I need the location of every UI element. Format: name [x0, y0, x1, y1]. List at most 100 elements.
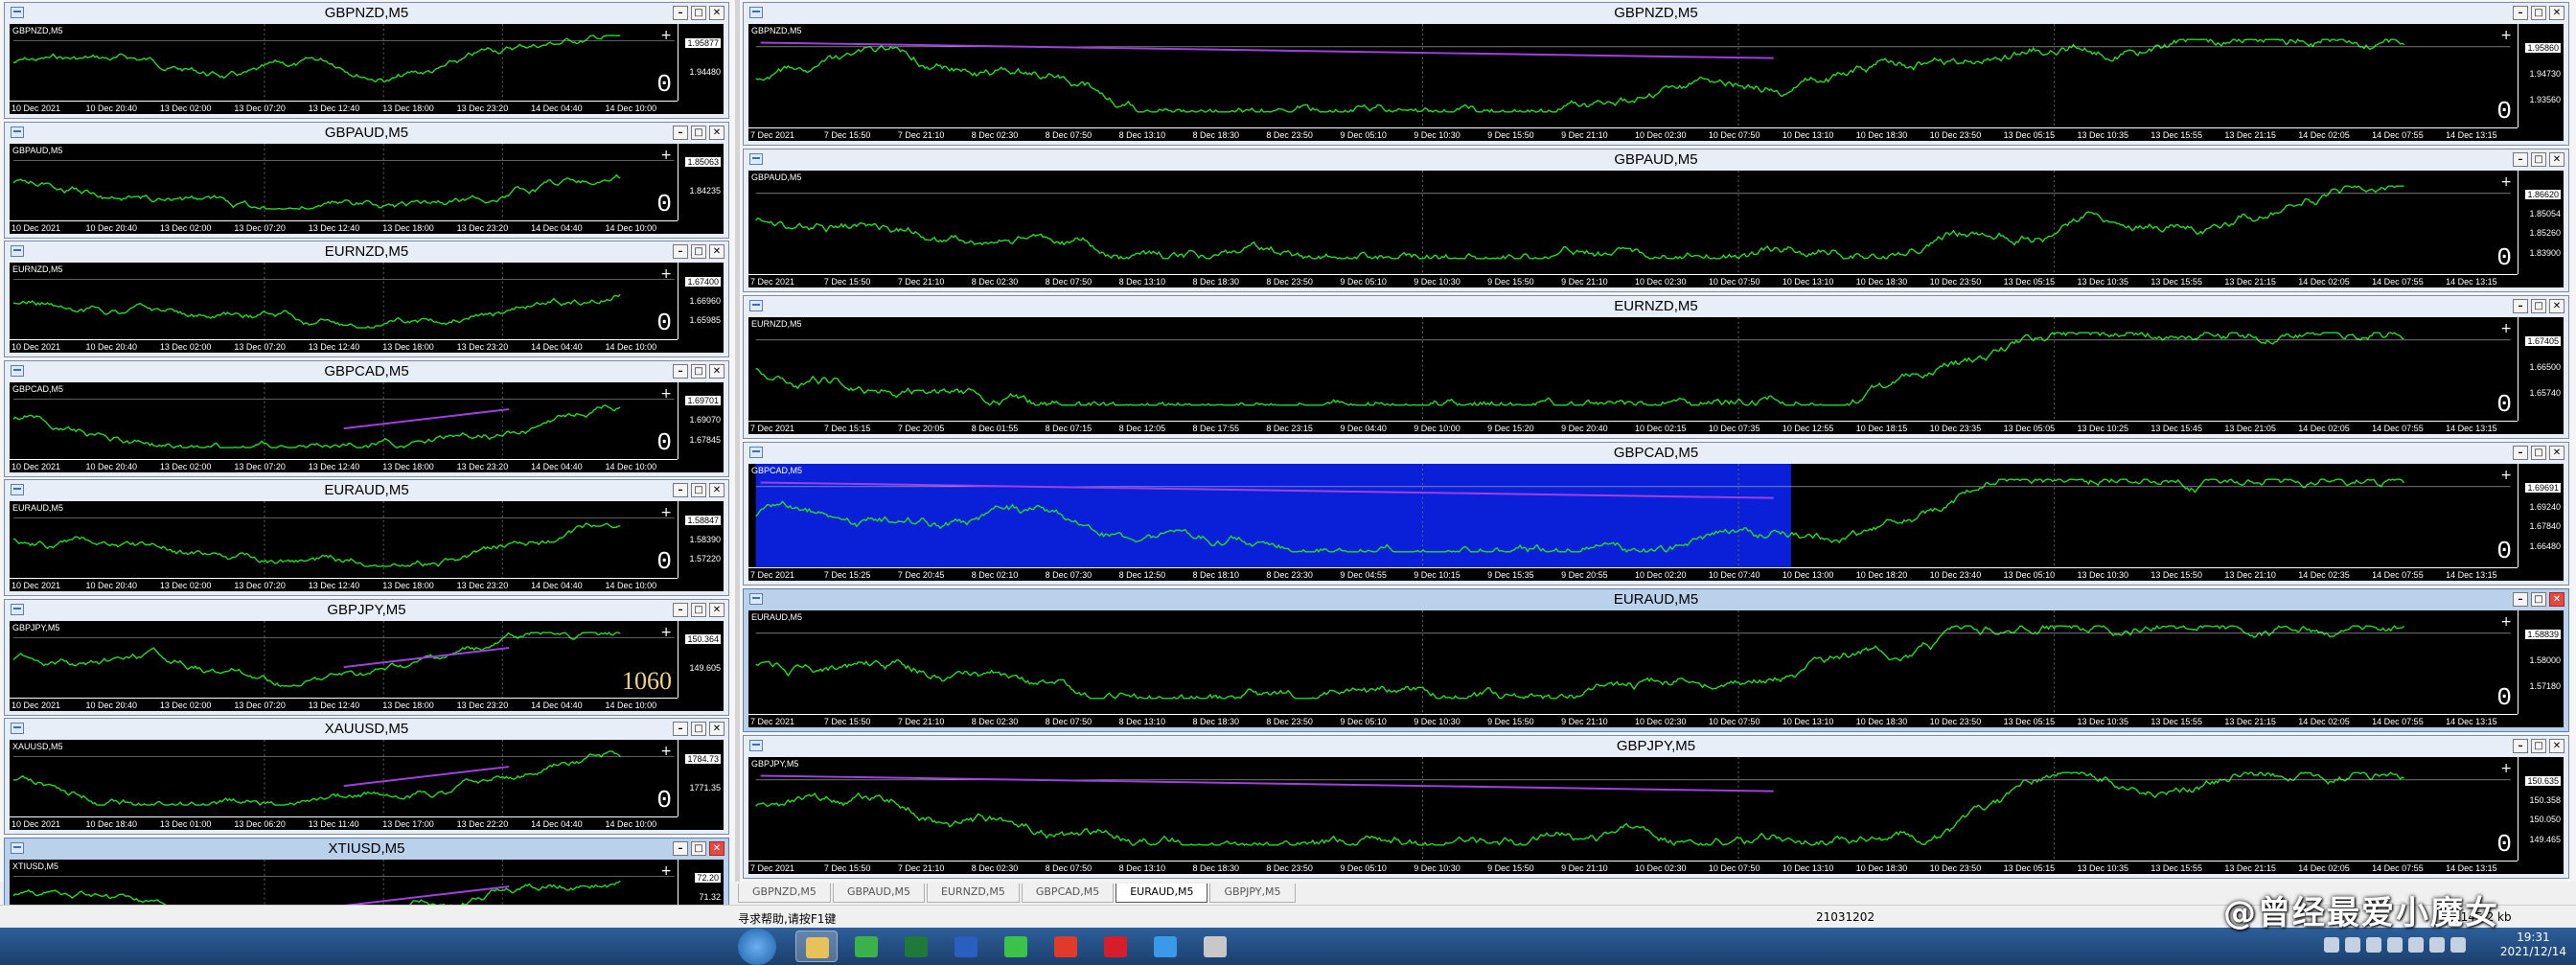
chart-window-icon[interactable]: [11, 484, 24, 495]
chart-window[interactable]: EURNZD,M5 – □ ✕ EURNZD,M5 1.67400 1.66960 1.659…: [4, 241, 729, 357]
price-scale[interactable]: 1784.73 1771.35: [678, 740, 724, 816]
taskbar-button[interactable]: [845, 931, 887, 962]
chart-tab[interactable]: GBPCAD,M5: [1021, 884, 1115, 903]
minimize-button[interactable]: –: [2513, 6, 2528, 20]
chart-window[interactable]: EURAUD,M5 – □ ✕ EURAUD,M5 1.58839 1.58000 1.571…: [743, 588, 2569, 732]
close-button[interactable]: ✕: [2549, 592, 2564, 607]
minimize-button[interactable]: –: [2513, 739, 2528, 753]
price-chart[interactable]: EURAUD,M5 1.58839 1.58000 1.57180 7 Dec 2021…: [748, 610, 2564, 727]
chart-tab[interactable]: GBPNZD,M5: [738, 884, 831, 903]
chart-window-titlebar[interactable]: GBPCAD,M5 – □ ✕: [5, 361, 728, 382]
time-scale[interactable]: 10 Dec 2021 10 Dec 20:40 13 Dec 02:00 13 De…: [10, 101, 678, 114]
price-chart[interactable]: GBPCAD,M5 1.69701 1.69070 1.67845 10 Dec 202…: [10, 381, 724, 472]
chart-window-icon[interactable]: [11, 364, 24, 377]
chart-window-icon[interactable]: [11, 245, 24, 257]
close-button[interactable]: ✕: [709, 602, 724, 617]
chart-window-icon[interactable]: [11, 603, 24, 615]
chart-window-icon[interactable]: [11, 841, 24, 854]
close-button[interactable]: ✕: [709, 6, 724, 20]
chart-window-titlebar[interactable]: GBPAUD,M5 – □ ✕: [744, 149, 2568, 171]
trend-line[interactable]: [343, 766, 510, 788]
chart-window-titlebar[interactable]: GBPCAD,M5 – □ ✕: [744, 443, 2568, 464]
chart-canvas[interactable]: [748, 317, 2564, 434]
minimize-button[interactable]: –: [2513, 299, 2528, 313]
maximize-button[interactable]: □: [2531, 6, 2546, 20]
time-scale[interactable]: 7 Dec 2021 7 Dec 15:50 7 Dec 21:10 8 Dec 02…: [748, 861, 2518, 874]
time-scale[interactable]: 10 Dec 2021 10 Dec 20:40 13 Dec 02:00 13 De…: [10, 578, 678, 591]
chart-tab[interactable]: EURAUD,M5: [1116, 884, 1208, 903]
chart-window-icon[interactable]: [749, 153, 763, 165]
taskbar-button[interactable]: [895, 931, 937, 962]
taskbar-clock[interactable]: 19:31 2021/12/14: [2500, 931, 2566, 959]
chart-tab[interactable]: EURNZD,M5: [926, 884, 1020, 903]
maximize-button[interactable]: □: [2531, 739, 2546, 753]
chart-window-titlebar[interactable]: XTIUSD,M5 – □ ✕: [5, 839, 728, 860]
time-scale[interactable]: 7 Dec 2021 7 Dec 15:50 7 Dec 21:10 8 Dec 02…: [748, 714, 2518, 727]
column-splitter[interactable]: [735, 0, 740, 882]
chart-window-icon[interactable]: [749, 300, 763, 311]
close-button[interactable]: ✕: [709, 483, 724, 497]
chart-window[interactable]: GBPCAD,M5 – □ ✕ GBPCAD,M5 1.69691 1.69240 1.678…: [743, 442, 2569, 586]
minimize-button[interactable]: –: [2513, 152, 2528, 167]
taskbar-button[interactable]: [795, 931, 838, 962]
price-chart[interactable]: GBPAUD,M5 1.86620 1.85054 1.85260 1.83900 7 D…: [748, 171, 2564, 287]
chart-window-titlebar[interactable]: EURNZD,M5 – □ ✕: [5, 241, 728, 263]
chart-tab[interactable]: GBPAUD,M5: [832, 884, 925, 903]
trend-line[interactable]: [760, 774, 1774, 793]
maximize-button[interactable]: □: [691, 840, 706, 856]
chart-window-icon[interactable]: [11, 7, 24, 18]
time-scale[interactable]: 7 Dec 2021 7 Dec 15:15 7 Dec 20:05 8 Dec 01…: [748, 421, 2518, 434]
maximize-button[interactable]: □: [2531, 299, 2546, 313]
chart-tab[interactable]: GBPJPY,M5: [1209, 884, 1296, 903]
chart-window-icon[interactable]: [11, 723, 24, 734]
price-chart[interactable]: EURNZD,M5 1.67400 1.66960 1.65985 10 Dec 202…: [10, 263, 724, 353]
chart-canvas[interactable]: [748, 757, 2564, 874]
tray-icon[interactable]: [2450, 937, 2466, 953]
chart-window-titlebar[interactable]: EURNZD,M5 – □ ✕: [744, 296, 2568, 317]
close-button[interactable]: ✕: [709, 363, 724, 379]
time-scale[interactable]: 7 Dec 2021 7 Dec 15:50 7 Dec 21:10 8 Dec 02…: [748, 127, 2518, 141]
price-scale[interactable]: 1.95877 1.94480: [678, 24, 724, 101]
trend-line[interactable]: [343, 407, 510, 429]
price-scale[interactable]: 1.58839 1.58000 1.57180: [2518, 610, 2564, 714]
chart-window[interactable]: GBPAUD,M5 – □ ✕ GBPAUD,M5 1.85063 1.84235 10 De…: [4, 121, 729, 239]
price-chart[interactable]: XAUUSD,M5 1784.73 1771.35 10 Dec 2021 10 Dec…: [10, 740, 724, 830]
price-scale[interactable]: 1.67405 1.66500 1.65740: [2518, 317, 2564, 421]
trend-line[interactable]: [343, 646, 510, 668]
time-scale[interactable]: 7 Dec 2021 7 Dec 15:50 7 Dec 21:10 8 Dec 02…: [748, 274, 2518, 287]
taskbar-button[interactable]: [995, 931, 1037, 962]
tray-icon[interactable]: [2408, 937, 2424, 953]
close-button[interactable]: ✕: [709, 722, 724, 736]
price-chart[interactable]: EURAUD,M5 1.58847 1.58390 1.57220 10 Dec 202…: [10, 501, 724, 591]
minimize-button[interactable]: –: [673, 6, 688, 20]
price-chart[interactable]: GBPAUD,M5 1.85063 1.84235 10 Dec 2021 10 Dec…: [10, 143, 724, 234]
time-scale[interactable]: 10 Dec 2021 10 Dec 20:40 13 Dec 02:00 13 De…: [10, 697, 678, 711]
taskbar-button[interactable]: [1045, 931, 1087, 962]
chart-window[interactable]: EURNZD,M5 – □ ✕ EURNZD,M5 1.67405 1.66500 1.657…: [743, 295, 2569, 439]
price-scale[interactable]: 150.635 150.358 150.050 149.465: [2518, 757, 2564, 861]
minimize-button[interactable]: –: [673, 244, 688, 259]
chart-window-icon[interactable]: [749, 740, 763, 751]
chart-canvas[interactable]: [748, 610, 2564, 727]
chart-window-icon[interactable]: [749, 593, 763, 605]
system-tray[interactable]: [2324, 937, 2466, 953]
price-scale[interactable]: 1.69701 1.69070 1.67845: [678, 381, 724, 459]
minimize-button[interactable]: –: [673, 840, 688, 856]
chart-window-icon[interactable]: [749, 447, 763, 458]
price-chart[interactable]: GBPJPY,M5 150.635 150.358 150.050 149.465 7 D…: [748, 757, 2564, 874]
price-chart[interactable]: EURNZD,M5 1.67405 1.66500 1.65740 7 Dec 2021…: [748, 317, 2564, 434]
minimize-button[interactable]: –: [2513, 446, 2528, 460]
chart-window-titlebar[interactable]: GBPNZD,M5 – □ ✕: [744, 3, 2568, 24]
time-scale[interactable]: 10 Dec 2021 10 Dec 20:40 13 Dec 02:00 13 De…: [10, 219, 678, 234]
chart-window[interactable]: XAUUSD,M5 – □ ✕ XAUUSD,M5 1784.73 1771.35 10 De…: [4, 718, 729, 835]
maximize-button[interactable]: □: [691, 363, 706, 379]
chart-window[interactable]: GBPAUD,M5 – □ ✕ GBPAUD,M5 1.86620 1.85054 1.852…: [743, 149, 2569, 292]
chart-canvas[interactable]: [748, 464, 2564, 581]
time-scale[interactable]: 10 Dec 2021 10 Dec 18:40 13 Dec 01:00 13 De…: [10, 816, 678, 830]
tray-icon[interactable]: [2387, 937, 2403, 953]
minimize-button[interactable]: –: [2513, 592, 2528, 607]
close-button[interactable]: ✕: [709, 244, 724, 259]
taskbar-button[interactable]: [1094, 931, 1137, 962]
price-chart[interactable]: GBPCAD,M5 1.69691 1.69240 1.67840 1.66480 7 D…: [748, 464, 2564, 581]
chart-window-titlebar[interactable]: GBPJPY,M5 – □ ✕: [5, 600, 728, 621]
